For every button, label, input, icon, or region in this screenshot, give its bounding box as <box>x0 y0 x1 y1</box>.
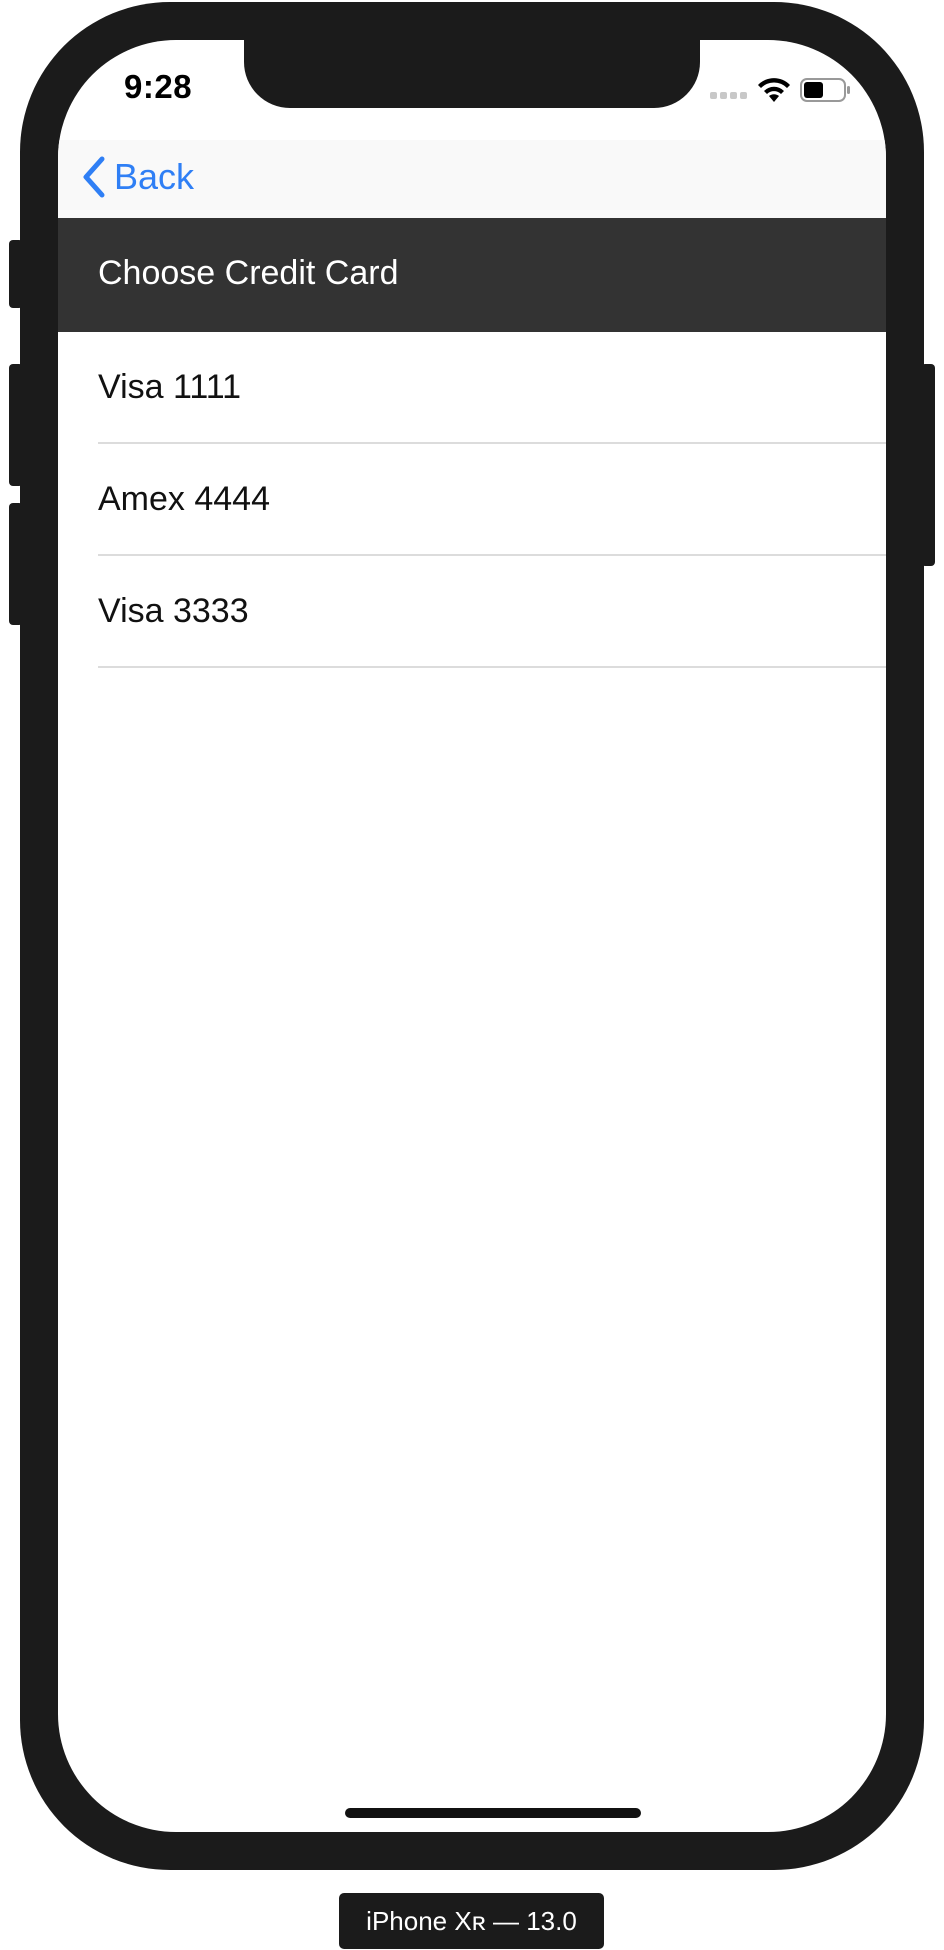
back-button[interactable]: Back <box>80 152 194 202</box>
list-item-card[interactable]: Visa 1111 <box>58 332 886 444</box>
list-item-card[interactable]: Amex 4444 <box>58 444 886 556</box>
cellular-signal-icon <box>710 92 747 99</box>
home-indicator[interactable] <box>345 1808 641 1818</box>
card-label: Amex 4444 <box>98 480 270 518</box>
card-label: Visa 3333 <box>98 592 249 630</box>
credit-card-list: Visa 1111 Amex 4444 Visa 3333 <box>58 332 886 668</box>
divider <box>98 666 886 668</box>
notch <box>244 40 700 108</box>
chevron-left-icon <box>83 156 105 198</box>
card-label: Visa 1111 <box>98 368 242 406</box>
phone-frame: 9:28 Back Choose Credit Card Visa 1111 A… <box>20 2 924 1870</box>
simulator-device-caption: iPhone Xʀ — 13.0 <box>339 1893 604 1949</box>
page-title: Choose Credit Card <box>98 254 399 292</box>
list-item-card[interactable]: Visa 3333 <box>58 556 886 668</box>
status-time: 9:28 <box>124 68 193 105</box>
phone-screen: 9:28 Back Choose Credit Card Visa 1111 A… <box>58 40 886 1832</box>
back-button-label: Back <box>114 156 195 197</box>
battery-icon <box>800 78 850 102</box>
wifi-icon <box>758 78 790 102</box>
navigation-bar: Back <box>58 140 886 218</box>
page-header: Choose Credit Card <box>58 218 886 332</box>
